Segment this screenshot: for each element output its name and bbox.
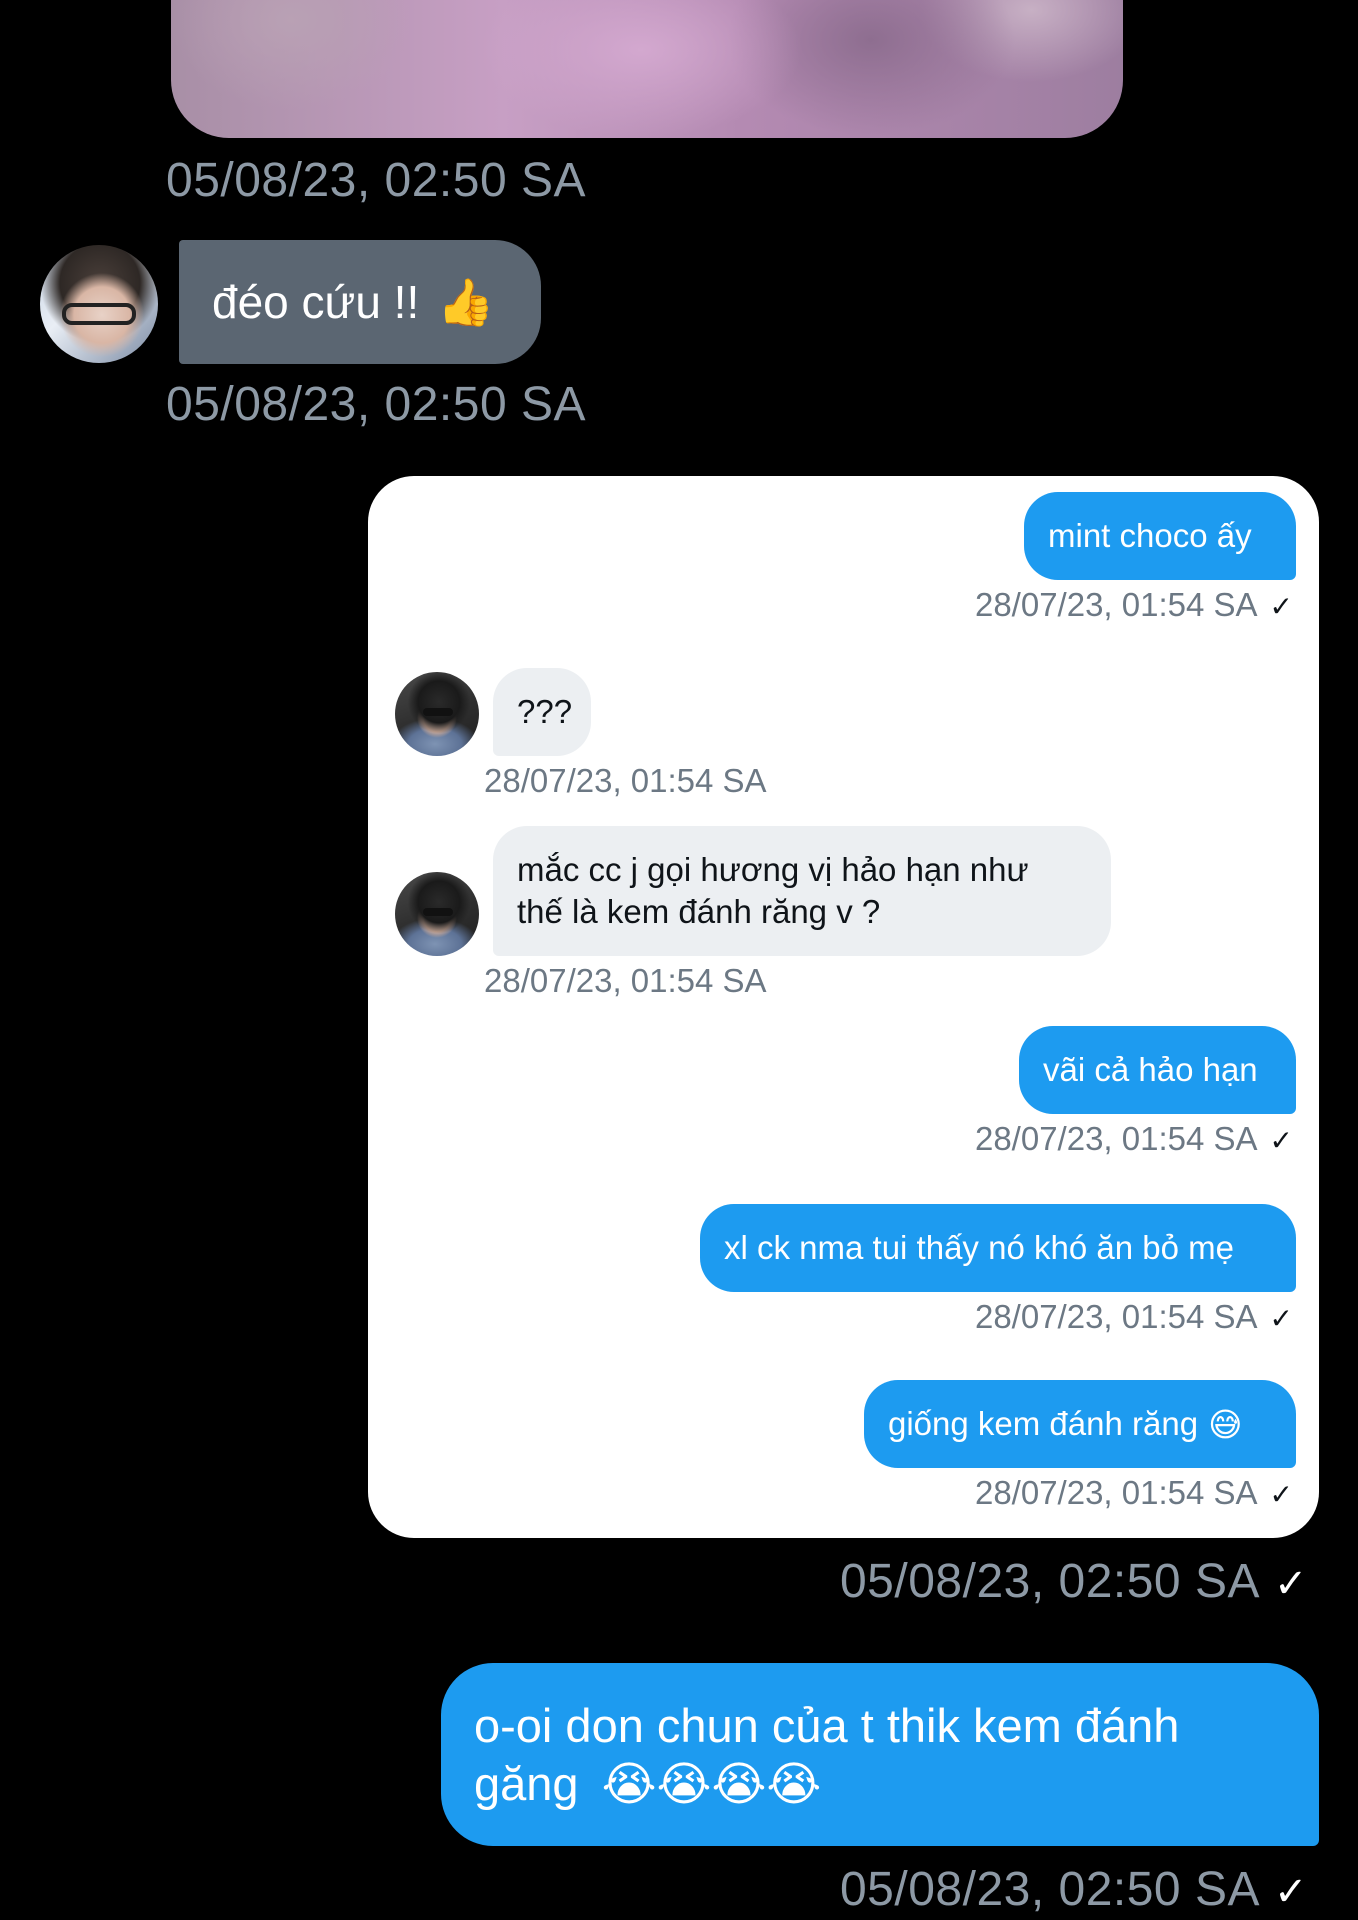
message-text: thế là kem đánh răng v ? bbox=[517, 893, 881, 930]
check-icon: ✓ bbox=[1273, 1870, 1308, 1914]
timestamp: 28/07/23, 01:54 SA ✓ bbox=[975, 586, 1293, 624]
timestamp: 05/08/23, 02:50 SA ✓ bbox=[840, 1554, 1308, 1609]
timestamp-text: 05/08/23, 02:50 SA bbox=[839, 1555, 1260, 1608]
timestamp: 05/08/23, 02:50 SA bbox=[166, 378, 586, 431]
message-text: xl ck nma tui thấy nó khó ăn bỏ mẹ bbox=[724, 1229, 1234, 1266]
message-bubble-sent: xl ck nma tui thấy nó khó ăn bỏ mẹ bbox=[700, 1204, 1296, 1292]
message-text: mắc cc j gọi hương vị hảo hạn như bbox=[517, 851, 1029, 888]
avatar bbox=[395, 672, 479, 756]
timestamp-text: 28/07/23, 01:54 SA bbox=[974, 586, 1258, 623]
timestamp: 05/08/23, 02:50 SA ✓ bbox=[840, 1862, 1308, 1917]
timestamp: 28/07/23, 01:54 SA bbox=[484, 962, 767, 999]
message-text: giống kem đánh răng bbox=[888, 1405, 1199, 1442]
timestamp: 28/07/23, 01:54 SA bbox=[484, 762, 767, 799]
shared-screenshot-card[interactable]: mint choco ấy 28/07/23, 01:54 SA ✓ ??? 28… bbox=[368, 476, 1319, 1538]
message-bubble-received[interactable]: đéo cứu !! 👍 bbox=[179, 240, 541, 364]
message-bubble-sent: giống kem đánh răng 😅 bbox=[864, 1380, 1296, 1468]
check-icon: ✓ bbox=[1273, 1562, 1308, 1606]
timestamp-text: 28/07/23, 01:54 SA bbox=[974, 1298, 1258, 1335]
timestamp: 28/07/23, 01:54 SA ✓ bbox=[975, 1474, 1293, 1512]
check-icon: ✓ bbox=[1269, 591, 1293, 622]
message-text: ??? bbox=[517, 693, 573, 730]
message-bubble-sent[interactable]: o-oi don chun của t thik kem đánh găng 😭… bbox=[441, 1663, 1319, 1846]
timestamp: 28/07/23, 01:54 SA ✓ bbox=[975, 1298, 1293, 1336]
sweat-smile-icon: 😅 bbox=[1208, 1404, 1243, 1444]
timestamp-text: 05/08/23, 02:50 SA bbox=[839, 1863, 1260, 1916]
avatar bbox=[395, 872, 479, 956]
message-text: vãi cả hảo hạn bbox=[1043, 1051, 1258, 1088]
check-icon: ✓ bbox=[1269, 1125, 1293, 1156]
message-text: đéo cứu !! bbox=[212, 276, 420, 328]
timestamp: 05/08/23, 02:50 SA bbox=[166, 154, 586, 207]
timestamp-text: 28/07/23, 01:54 SA bbox=[974, 1120, 1258, 1157]
check-icon: ✓ bbox=[1269, 1303, 1293, 1334]
crying-face-icon: 😭😭😭😭 bbox=[601, 1757, 822, 1812]
message-bubble-sent: vãi cả hảo hạn bbox=[1019, 1026, 1296, 1114]
avatar[interactable] bbox=[40, 245, 158, 363]
shared-image[interactable] bbox=[171, 0, 1123, 138]
message-bubble-received: ??? bbox=[493, 668, 591, 756]
check-icon: ✓ bbox=[1269, 1479, 1293, 1510]
thumbs-up-icon: 👍 bbox=[437, 274, 495, 329]
message-text: mint choco ấy bbox=[1048, 517, 1252, 554]
timestamp: 28/07/23, 01:54 SA ✓ bbox=[975, 1120, 1293, 1158]
message-bubble-sent: mint choco ấy bbox=[1024, 492, 1296, 580]
message-text: găng bbox=[474, 1757, 579, 1810]
message-text: o-oi don chun của t thik kem đánh bbox=[474, 1699, 1180, 1752]
timestamp-text: 28/07/23, 01:54 SA bbox=[974, 1474, 1258, 1511]
message-bubble-received: mắc cc j gọi hương vị hảo hạn như thế là… bbox=[493, 826, 1111, 956]
